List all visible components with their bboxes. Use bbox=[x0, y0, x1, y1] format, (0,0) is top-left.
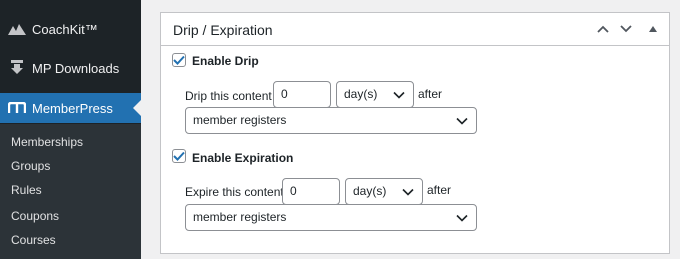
enable-expiration-checkbox[interactable] bbox=[172, 149, 186, 163]
checkmark-icon bbox=[173, 151, 185, 161]
submenu-item-groups[interactable]: Groups bbox=[11, 158, 50, 174]
drip-unit-value: day(s) bbox=[344, 87, 378, 101]
expiration-amount-input[interactable]: 0 bbox=[282, 178, 340, 205]
chevron-down-icon bbox=[456, 117, 468, 125]
submenu-item-rules[interactable]: Rules bbox=[11, 182, 42, 198]
menu-item-label: CoachKit™ bbox=[32, 21, 98, 37]
chevron-down-icon bbox=[402, 188, 414, 196]
admin-sidebar: CoachKit™ MP Downloads MemberPress Membe… bbox=[0, 0, 141, 259]
toggle-panel-icon[interactable] bbox=[645, 21, 661, 37]
menu-item-memberpress[interactable]: MemberPress bbox=[0, 93, 141, 123]
drip-event-value: member registers bbox=[193, 113, 287, 127]
move-up-icon[interactable] bbox=[595, 21, 611, 37]
submenu-item-memberships[interactable]: Memberships bbox=[11, 134, 83, 150]
menu-item-label: MP Downloads bbox=[32, 60, 120, 76]
mountain-icon bbox=[7, 19, 27, 39]
drip-expiration-metabox: Drip / Expiration Enable Drip Drip this … bbox=[160, 12, 670, 254]
submenu-item-coupons[interactable]: Coupons bbox=[11, 208, 59, 224]
expiration-unit-value: day(s) bbox=[353, 184, 387, 198]
current-menu-indicator bbox=[133, 100, 141, 116]
submenu-item-courses[interactable]: Courses bbox=[11, 232, 56, 248]
move-down-icon[interactable] bbox=[618, 21, 634, 37]
drip-after-label: after bbox=[418, 87, 443, 101]
metabox-title: Drip / Expiration bbox=[173, 22, 273, 38]
enable-expiration-label: Enable Expiration bbox=[192, 151, 294, 165]
drip-event-select[interactable]: member registers bbox=[185, 107, 477, 134]
menu-item-coachkit[interactable]: CoachKit™ bbox=[0, 14, 141, 44]
enable-drip-checkbox[interactable] bbox=[172, 53, 186, 67]
drip-amount-input[interactable]: 0 bbox=[273, 81, 331, 108]
chevron-down-icon bbox=[393, 91, 405, 99]
memberpress-submenu: Memberships Groups Rules Coupons Courses bbox=[0, 124, 141, 259]
menu-item-label: MemberPress bbox=[32, 100, 113, 116]
drip-unit-select[interactable]: day(s) bbox=[336, 81, 414, 108]
expiration-event-select[interactable]: member registers bbox=[185, 204, 477, 231]
drip-prefix-label: Drip this content bbox=[185, 89, 272, 103]
download-icon bbox=[7, 58, 27, 78]
enable-drip-label: Enable Drip bbox=[192, 54, 259, 68]
expiration-unit-select[interactable]: day(s) bbox=[345, 178, 423, 205]
expiration-prefix-label: Expire this content bbox=[185, 185, 284, 199]
menu-item-mp-downloads[interactable]: MP Downloads bbox=[0, 53, 141, 83]
chevron-down-icon bbox=[456, 214, 468, 222]
checkmark-icon bbox=[173, 55, 185, 65]
expiration-after-label: after bbox=[427, 183, 452, 197]
expiration-event-value: member registers bbox=[193, 210, 287, 224]
metabox-header: Drip / Expiration bbox=[161, 13, 669, 46]
memberpress-logo-icon bbox=[7, 98, 27, 118]
